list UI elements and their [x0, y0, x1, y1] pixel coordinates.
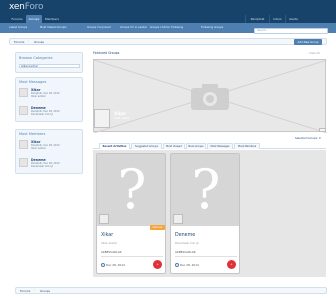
featured-placeholder-image	[94, 60, 327, 133]
list-item[interactable]: Deneme Paniptolk, Dec 28, 2014 Denemeler…	[19, 158, 81, 169]
featured-groups-heading: Featured Groups	[93, 51, 120, 55]
group-description: Xikar aciklar	[101, 242, 118, 245]
group-card[interactable]: ? Deneme Denemeler Cok Iyi AKBESUARLAR D…	[170, 153, 240, 274]
group-desc: Denemeler Cok Iyi	[31, 165, 54, 168]
breadcrumb: Forums › Groups	[9, 38, 327, 45]
sidebar-most-members: Most Members Xikar Paniptolk, Dec 28, 20…	[15, 129, 83, 174]
featured-group-desc: Xikar aciklar	[114, 117, 131, 120]
group-desc: Xikar aciklar	[31, 95, 46, 98]
featured-group-avatar[interactable]	[94, 109, 110, 128]
categories-heading: Browse Categories	[19, 56, 53, 60]
sublink-most-viewed[interactable]: Most Viewed Groups	[40, 25, 67, 30]
card-divider	[175, 256, 237, 257]
list-item[interactable]: Xikar Paniptolk, Dec 28, 2014 Xikar acik…	[19, 140, 81, 151]
breadcrumb-groups[interactable]: Groups	[32, 40, 46, 44]
join-group-button[interactable]: +	[153, 260, 162, 269]
group-card[interactable]: ? Featured Xikar Xikar aciklar AKBESUARL…	[96, 153, 166, 274]
clock-icon	[175, 263, 179, 267]
tab-most-viewed[interactable]: Most Viewed	[163, 143, 185, 149]
group-avatar[interactable]	[19, 106, 28, 115]
featured-badge: Featured	[150, 225, 165, 230]
sublink-admin[interactable]: Groups I Admin	[150, 25, 170, 30]
group-avatar[interactable]	[19, 158, 28, 167]
group-avatar[interactable]	[19, 88, 28, 97]
featured-slider[interactable]: Xikar Xikar aciklar	[93, 59, 327, 133]
breadcrumb-separator-icon: ›	[34, 288, 36, 292]
group-desc: Denemeler Cok Iyi	[31, 113, 54, 116]
forum-logo[interactable]: xenForo	[9, 2, 43, 12]
group-avatar[interactable]	[99, 214, 109, 224]
camera-icon	[191, 84, 229, 110]
group-date: Dec 28, 2014	[106, 263, 125, 267]
tab-new-groups[interactable]: New Groups	[186, 143, 206, 149]
add-new-group-button[interactable]: Add New Group	[294, 39, 322, 45]
sublink-leader[interactable]: Groups I'm in Leader	[120, 25, 147, 30]
group-author[interactable]: AKBESUARLAR	[101, 250, 122, 254]
list-item[interactable]: Xikar Paniptolk, Dec 28, 2014 Xikar acik…	[19, 88, 81, 99]
group-title[interactable]: Deneme	[175, 233, 195, 238]
tab-recent-activities[interactable]: Recent Activities	[99, 143, 130, 149]
footer-breadcrumb: Forums › Groups	[15, 287, 327, 294]
join-group-button[interactable]: +	[227, 260, 236, 269]
tab-most-messages[interactable]: Most Messages	[207, 143, 233, 149]
sidebar-most-messages: Most Messages Xikar Paniptolk, Dec 28, 2…	[15, 77, 83, 122]
group-tabs: Recent Activities Suggested Groups Most …	[93, 142, 326, 149]
breadcrumb-forums[interactable]: Forums	[18, 289, 32, 293]
group-avatar[interactable]	[19, 140, 28, 149]
search-input[interactable]: Search...	[254, 28, 328, 34]
category-select[interactable]: Alliancechar	[19, 64, 80, 68]
sublink-following-groups[interactable]: Following Groups	[201, 25, 223, 30]
sublink-latest-groups[interactable]: Latest Groups	[9, 25, 27, 30]
sidebar-categories: Browse Categories Alliancechar	[15, 52, 83, 73]
question-mark-icon: ?	[191, 158, 221, 221]
most-messages-heading: Most Messages	[19, 80, 47, 84]
tab-members[interactable]: Members	[43, 15, 61, 23]
card-divider	[101, 256, 163, 257]
group-description: Denemeler Cok Iyi	[175, 242, 199, 245]
user-account-link[interactable]: Paniptolk	[245, 15, 269, 23]
group-title[interactable]: Xikar	[101, 233, 113, 238]
group-desc: Xikar aciklar	[31, 147, 46, 150]
tab-forums[interactable]: Forums	[9, 15, 25, 23]
most-members-heading: Most Members	[19, 132, 46, 136]
tab-suggested-groups[interactable]: Suggested Groups	[131, 143, 162, 149]
tab-groups[interactable]: Groups	[26, 15, 42, 23]
question-mark-icon: ?	[117, 158, 147, 221]
view-all-link[interactable]: View All	[309, 51, 320, 55]
groups-grid: ? Featured Xikar Xikar aciklar AKBESUARL…	[93, 150, 326, 277]
featured-group-name[interactable]: Xikar	[114, 111, 126, 116]
group-avatar[interactable]	[173, 214, 183, 224]
breadcrumb-separator-icon: ›	[28, 39, 30, 43]
group-author[interactable]: AKBESUARLAR	[175, 250, 196, 254]
group-date: Dec 28, 2014	[180, 263, 199, 267]
main-navigation: Forums Groups Members Paniptolk Inbox Al…	[0, 14, 336, 23]
breadcrumb-groups[interactable]: Groups	[38, 289, 52, 293]
sublink-following[interactable]: Following	[171, 25, 183, 30]
breadcrumb-forums[interactable]: Forums	[12, 40, 26, 44]
inbox-link[interactable]: Inbox	[269, 15, 285, 23]
list-item[interactable]: Deneme Paniptolk, Dec 28, 2014 Denemeler…	[19, 106, 81, 117]
sublink-joined[interactable]: Groups I've Joined	[87, 25, 110, 30]
clock-icon	[101, 263, 105, 267]
selected-groups-count[interactable]: Selected Groups: 0	[295, 136, 321, 140]
app-header: xenForo	[0, 0, 336, 14]
tab-most-members[interactable]: Most Members	[234, 143, 260, 149]
alerts-link[interactable]: Alerts	[285, 15, 301, 23]
slider-dot[interactable]	[319, 128, 326, 132]
